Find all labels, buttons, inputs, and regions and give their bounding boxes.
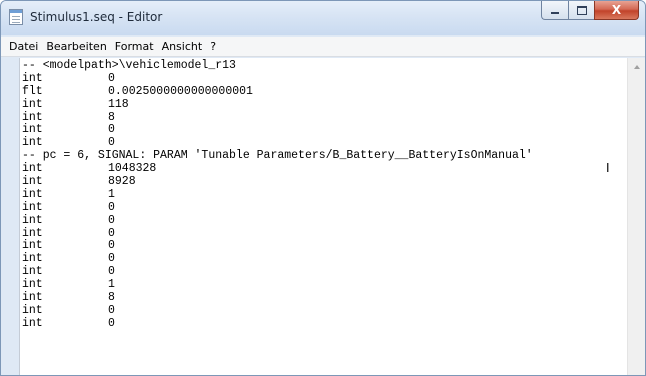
value-text: 0 [108,303,115,317]
type-keyword: int [22,97,43,111]
vertical-scrollbar[interactable] [627,58,645,375]
value-text: 0 [108,265,115,279]
text-editor[interactable]: -- <modelpath>\vehiclemodel_r13 int 0 flt 0.… [19,58,645,375]
text-line: int 0 [20,316,627,331]
menu-ansicht[interactable]: Ansicht [158,37,207,56]
type-keyword: int [22,213,43,227]
value-text: 0 [108,200,115,214]
value-text: 0 [108,71,115,85]
window-title: Stimulus1.seq - Editor [30,10,163,24]
menu-datei[interactable]: Datei [5,37,42,56]
title-bar[interactable]: Stimulus1.seq - Editor X [1,1,645,35]
value-text: 0 [108,213,115,227]
maximize-button[interactable] [568,1,594,20]
value-text: 0 [108,316,115,330]
arrow-up-icon [633,64,640,69]
ibeam-cursor-icon: I [606,161,610,175]
maximize-icon [576,5,587,15]
value-text: 1 [108,278,115,292]
type-keyword: int [22,175,43,189]
menu-bar: Datei Bearbeiten Format Ansicht ? [1,37,645,57]
value-text: 8928 [108,175,136,189]
close-button[interactable]: X [594,1,639,20]
value-text: 0 [108,252,115,266]
type-keyword: int [22,71,43,85]
type-keyword: int [22,316,43,330]
value-text: 8 [108,110,115,124]
value-text: 1048328 [108,162,157,176]
value-text: 0 [108,123,115,137]
value-text: 1 [108,187,115,201]
editor-window: Stimulus1.seq - Editor X Datei Bearbeite… [0,0,646,376]
value-text: 8 [108,291,115,305]
type-keyword: int [22,187,43,201]
value-text: 0 [108,226,115,240]
type-keyword: int [22,291,43,305]
minimize-button[interactable] [541,1,568,20]
close-icon: X [611,3,622,17]
minimize-icon [551,12,559,14]
scroll-up-button[interactable] [628,58,645,75]
value-text: 0.0025000000000000001 [108,84,253,98]
value-text: 118 [108,97,129,111]
menu-help[interactable]: ? [206,37,220,56]
type-keyword: flt [22,84,43,98]
text-content[interactable]: -- <modelpath>\vehiclemodel_r13 int 0 flt 0.… [20,59,627,375]
comment-text: -- <modelpath>\vehiclemodel_r13 [22,59,236,72]
value-text: 0 [108,239,115,253]
caption-buttons: X [541,1,639,21]
menu-format[interactable]: Format [111,37,158,56]
notepad-icon [9,9,23,25]
comment-text: -- pc = 6, SIGNAL: PARAM 'Tunable Parame… [22,149,533,163]
type-keyword: int [22,303,43,317]
menu-bearbeiten[interactable]: Bearbeiten [42,37,110,56]
value-text: 0 [108,136,115,150]
type-keyword: int [22,200,43,214]
